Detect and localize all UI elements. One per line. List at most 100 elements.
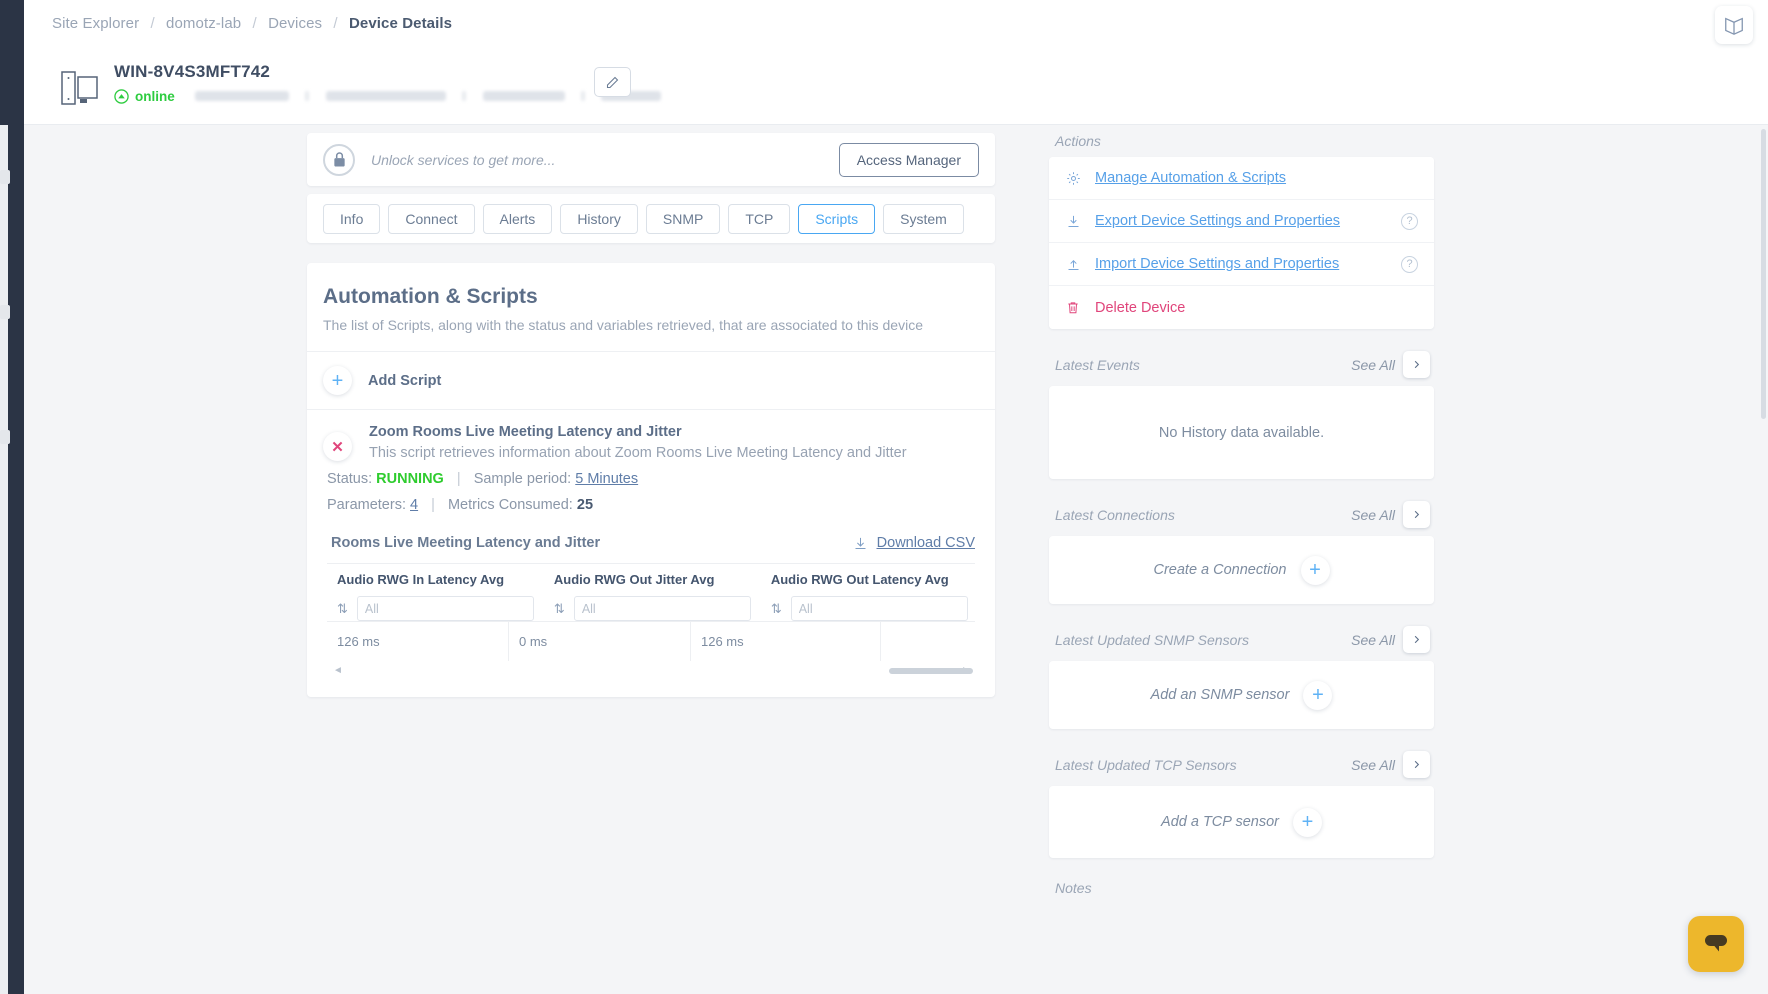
notes-section-label: Notes xyxy=(1051,880,1434,896)
download-icon xyxy=(853,536,868,551)
trash-icon xyxy=(1063,300,1083,315)
lock-icon-wrap xyxy=(323,144,355,176)
chevron-right-icon[interactable] xyxy=(1403,751,1430,778)
chevron-right-icon[interactable] xyxy=(1403,501,1430,528)
close-x-icon: ✕ xyxy=(331,438,344,456)
latest-events-panel: No History data available. xyxy=(1049,386,1434,479)
scroll-thumb[interactable] xyxy=(889,668,973,674)
gear-icon xyxy=(1063,171,1083,186)
page-title: Automation & Scripts xyxy=(323,285,979,309)
sort-updown-icon[interactable]: ⇅ xyxy=(554,601,565,617)
pencil-icon xyxy=(605,75,620,90)
tab-tcp[interactable]: TCP xyxy=(728,204,790,234)
action-manage-automation-scripts[interactable]: Manage Automation & Scripts xyxy=(1049,157,1434,200)
latest-connections-label: Latest Connections See All xyxy=(1051,501,1434,528)
metrics-horizontal-scrollbar[interactable]: ◄ ► xyxy=(327,663,975,679)
help-icon[interactable]: ? xyxy=(1401,256,1418,273)
section-label-text: Latest Events xyxy=(1055,357,1140,373)
remove-script-button[interactable]: ✕ xyxy=(323,432,352,461)
download-csv-label: Download CSV xyxy=(877,535,975,551)
parameters-value[interactable]: 4 xyxy=(410,497,418,513)
top-bar: Site Explorer / domotz-lab / Devices / D… xyxy=(24,0,1768,54)
latest-events-label: Latest Events See All xyxy=(1051,351,1434,378)
filter-input-2[interactable] xyxy=(791,596,968,621)
action-label: Manage Automation & Scripts xyxy=(1095,170,1286,186)
section-label-text: Latest Updated TCP Sensors xyxy=(1055,757,1237,773)
actions-panel: Manage Automation & Scripts Export Devic… xyxy=(1049,157,1434,329)
see-all-label: See All xyxy=(1351,632,1395,648)
sample-period-label: Sample period: xyxy=(474,471,572,487)
script-params-line: Parameters: 4 | Metrics Consumed: 25 xyxy=(323,497,979,513)
see-all-tcp-sensors[interactable]: See All xyxy=(1351,751,1430,778)
status-label: Status: xyxy=(327,471,372,487)
plus-icon: + xyxy=(1312,685,1324,705)
actions-section-label: Actions xyxy=(1051,133,1434,149)
sort-updown-icon[interactable]: ⇅ xyxy=(337,601,348,617)
page-content: Unlock services to get more... Access Ma… xyxy=(24,125,1768,994)
scroll-left-arrow-icon[interactable]: ◄ xyxy=(333,665,343,676)
filter-input-1[interactable] xyxy=(574,596,751,621)
page-scrollbar[interactable] xyxy=(1761,129,1766,419)
add-snmp-sensor-button[interactable]: + xyxy=(1303,681,1332,710)
meta-separator: | xyxy=(457,471,461,487)
table-row: 126 ms 0 ms 126 ms xyxy=(327,621,975,661)
script-status-line: Status: RUNNING | Sample period: 5 Minut… xyxy=(323,471,979,487)
sort-updown-icon[interactable]: ⇅ xyxy=(771,601,782,617)
add-script-button[interactable]: + xyxy=(323,366,352,395)
add-tcp-sensor-button[interactable]: + xyxy=(1293,808,1322,837)
add-tcp-sensor-label: Add a TCP sensor xyxy=(1161,814,1279,830)
metrics-column-2: Audio RWG Out Latency Avg ⇅ xyxy=(761,564,978,621)
chevron-right-icon[interactable] xyxy=(1403,351,1430,378)
breadcrumb-item-site-explorer[interactable]: Site Explorer xyxy=(52,15,139,32)
cell-audio-rwg-out-latency-avg: 126 ms xyxy=(691,622,881,661)
device-status-row: online xyxy=(114,87,667,105)
tab-system[interactable]: System xyxy=(883,204,964,234)
action-import-device-settings[interactable]: Import Device Settings and Properties ? xyxy=(1049,243,1434,286)
create-connection-button[interactable]: + xyxy=(1301,556,1330,585)
plus-icon: + xyxy=(1302,812,1314,832)
action-delete-device[interactable]: Delete Device xyxy=(1049,286,1434,329)
collapsed-sidebar-strip xyxy=(0,125,8,994)
right-sidebar: Actions Manage Automation & Scripts xyxy=(1049,133,1434,904)
tab-connect[interactable]: Connect xyxy=(388,204,474,234)
unlock-services-banner: Unlock services to get more... Access Ma… xyxy=(307,133,995,186)
action-export-device-settings[interactable]: Export Device Settings and Properties ? xyxy=(1049,200,1434,243)
download-csv-link[interactable]: Download CSV xyxy=(853,535,975,551)
see-all-latest-events[interactable]: See All xyxy=(1351,351,1430,378)
access-manager-button[interactable]: Access Manager xyxy=(839,143,979,177)
breadcrumb: Site Explorer / domotz-lab / Devices / D… xyxy=(52,15,452,32)
see-all-snmp-sensors[interactable]: See All xyxy=(1351,626,1430,653)
tab-snmp[interactable]: SNMP xyxy=(646,204,720,234)
latest-tcp-sensors-label: Latest Updated TCP Sensors See All xyxy=(1051,751,1434,778)
help-icon[interactable]: ? xyxy=(1401,213,1418,230)
breadcrumb-item-devices[interactable]: Devices xyxy=(268,15,322,32)
chat-support-button[interactable] xyxy=(1688,916,1744,972)
metrics-table-header: Rooms Live Meeting Latency and Jitter Do… xyxy=(331,535,975,551)
filter-input-0[interactable] xyxy=(357,596,534,621)
add-snmp-sensor-label: Add an SNMP sensor xyxy=(1151,687,1290,703)
notes-label-text: Notes xyxy=(1055,880,1092,896)
documentation-button[interactable] xyxy=(1715,6,1753,44)
add-script-row[interactable]: + Add Script xyxy=(307,352,995,410)
meta-separator: | xyxy=(431,497,435,513)
plus-icon: + xyxy=(332,371,344,391)
tab-scripts[interactable]: Scripts xyxy=(798,204,875,234)
edit-device-button[interactable] xyxy=(594,67,631,97)
metrics-table-head-row: Audio RWG In Latency Avg ⇅ Audio RWG Out… xyxy=(327,564,975,621)
cell-audio-rwg-out-jitter-avg: 0 ms xyxy=(509,622,691,661)
snmp-sensors-panel: Add an SNMP sensor + xyxy=(1049,661,1434,729)
plus-icon: + xyxy=(1309,560,1321,580)
tab-history[interactable]: History xyxy=(560,204,638,234)
tab-alerts[interactable]: Alerts xyxy=(483,204,553,234)
page-subtitle: The list of Scripts, along with the stat… xyxy=(323,317,979,333)
see-all-label: See All xyxy=(1351,507,1395,523)
book-icon xyxy=(1723,14,1745,36)
tab-info[interactable]: Info xyxy=(323,204,380,234)
column-header: Audio RWG Out Latency Avg xyxy=(771,572,968,587)
device-header: WIN-8V4S3MFT742 online xyxy=(24,54,1768,125)
see-all-latest-connections[interactable]: See All xyxy=(1351,501,1430,528)
sample-period-value[interactable]: 5 Minutes xyxy=(575,471,638,487)
breadcrumb-item-domotz-lab[interactable]: domotz-lab xyxy=(166,15,241,32)
device-name: WIN-8V4S3MFT742 xyxy=(114,62,270,82)
chevron-right-icon[interactable] xyxy=(1403,626,1430,653)
